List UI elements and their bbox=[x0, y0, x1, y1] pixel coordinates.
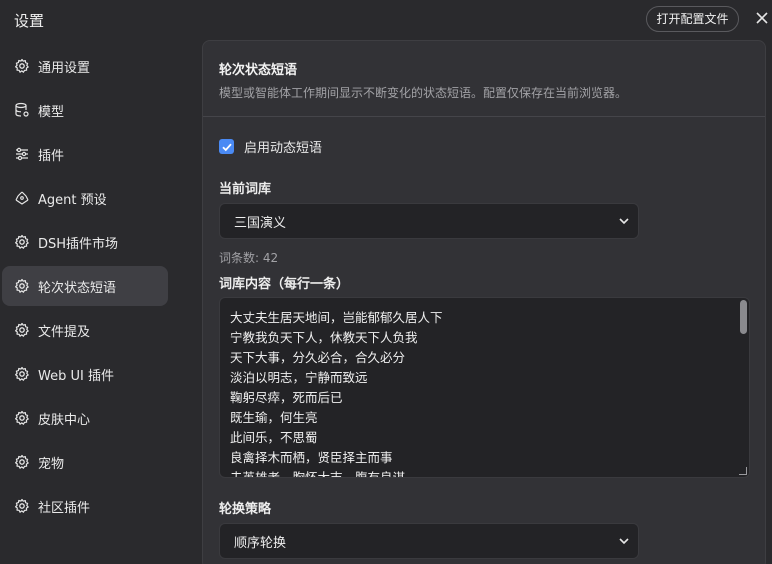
close-icon bbox=[756, 12, 768, 24]
check-icon bbox=[221, 143, 232, 151]
sidebar-item-label: 插件 bbox=[38, 148, 65, 164]
content-line: 天下大事，分久必合，合久必分 bbox=[230, 350, 406, 365]
database-icon bbox=[14, 102, 38, 118]
agent-icon bbox=[14, 190, 38, 206]
panel-header: 轮次状态短语 模型或智能体工作期间显示不断变化的状态短语。配置仅保存在当前浏览器… bbox=[203, 41, 765, 117]
sidebar: 通用设置模型插件 Agent 预设 DSH插件市场 轮次状态短语 文件提及 Web UI … bbox=[0, 46, 170, 530]
sidebar-item-5[interactable]: 轮次状态短语 bbox=[2, 266, 168, 306]
sidebar-item-4[interactable]: DSH插件市场 bbox=[2, 222, 168, 262]
gear-icon bbox=[14, 498, 38, 514]
sidebar-item-10[interactable]: 社区插件 bbox=[2, 486, 168, 526]
gear-icon bbox=[14, 234, 38, 250]
gear-icon bbox=[14, 366, 38, 382]
content-label: 词库内容（每行一条） bbox=[219, 277, 350, 292]
content-line: 大丈夫生居天地间，岂能郁郁久居人下 bbox=[230, 310, 443, 325]
content-lines: 大丈夫生居天地间，岂能郁郁久居人下 宁教我负天下人，休教天下人负我 天下大事，分久必… bbox=[230, 308, 443, 478]
enable-phrases-checkbox[interactable] bbox=[219, 139, 234, 154]
chevron-down-icon bbox=[619, 538, 629, 545]
panel-title: 轮次状态短语 bbox=[219, 63, 298, 78]
sidebar-item-label: 通用设置 bbox=[38, 60, 91, 76]
strategy-label: 轮换策略 bbox=[219, 502, 272, 517]
sidebar-item-1[interactable]: 模型 bbox=[2, 90, 168, 130]
content-line: 淡泊以明志，宁静而致远 bbox=[230, 370, 368, 385]
sidebar-item-label: 皮肤中心 bbox=[38, 412, 91, 428]
resize-handle[interactable] bbox=[739, 467, 747, 475]
sidebar-item-label: 模型 bbox=[38, 104, 65, 120]
gear-icon bbox=[14, 58, 38, 74]
library-select-value: 三国演义 bbox=[234, 215, 287, 231]
content-line: 宁教我负天下人，休教天下人负我 bbox=[230, 330, 418, 345]
content-textarea[interactable]: 大丈夫生居天地间，岂能郁郁久居人下 宁教我负天下人，休教天下人负我 天下大事，分久必… bbox=[219, 297, 750, 478]
sliders-icon bbox=[14, 146, 38, 162]
sidebar-item-label: DSH插件市场 bbox=[38, 236, 119, 252]
sidebar-item-9[interactable]: 宠物 bbox=[2, 442, 168, 482]
sidebar-item-label: 文件提及 bbox=[38, 324, 91, 340]
sidebar-item-6[interactable]: 文件提及 bbox=[2, 310, 168, 350]
enable-phrases-row[interactable]: 启用动态短语 bbox=[219, 137, 322, 156]
sidebar-item-label: 社区插件 bbox=[38, 500, 91, 516]
sidebar-item-2[interactable]: 插件 bbox=[2, 134, 168, 174]
settings-panel: 轮次状态短语 模型或智能体工作期间显示不断变化的状态短语。配置仅保存在当前浏览器… bbox=[202, 40, 766, 564]
gear-icon bbox=[14, 322, 38, 338]
scrollbar-thumb[interactable] bbox=[740, 300, 747, 334]
library-label: 当前词库 bbox=[219, 182, 272, 197]
gear-icon bbox=[14, 410, 38, 426]
close-button[interactable] bbox=[752, 8, 772, 28]
sidebar-item-label: Web UI 插件 bbox=[38, 368, 114, 384]
content-line: 既生瑜，何生亮 bbox=[230, 410, 318, 425]
chevron-down-icon bbox=[619, 218, 629, 225]
content-line: 此间乐，不思蜀 bbox=[230, 430, 318, 445]
strategy-select[interactable]: 顺序轮换 bbox=[219, 523, 639, 559]
sidebar-item-3[interactable]: Agent 预设 bbox=[2, 178, 168, 218]
gear-icon bbox=[14, 278, 38, 294]
entry-count: 词条数: 42 bbox=[219, 251, 279, 265]
library-select[interactable]: 三国演义 bbox=[219, 203, 639, 239]
open-config-button[interactable]: 打开配置文件 bbox=[646, 6, 739, 32]
sidebar-item-label: 轮次状态短语 bbox=[38, 280, 117, 296]
content-line: 夫英雄者，胸怀大志，腹有良谋 bbox=[230, 470, 406, 478]
content-line: 鞠躬尽瘁，死而后已 bbox=[230, 390, 343, 405]
sidebar-item-8[interactable]: 皮肤中心 bbox=[2, 398, 168, 438]
sidebar-item-0[interactable]: 通用设置 bbox=[2, 46, 168, 86]
panel-description: 模型或智能体工作期间显示不断变化的状态短语。配置仅保存在当前浏览器。 bbox=[219, 86, 628, 100]
sidebar-item-label: Agent 预设 bbox=[38, 192, 107, 208]
sidebar-item-label: 宠物 bbox=[38, 456, 65, 472]
sidebar-item-7[interactable]: Web UI 插件 bbox=[2, 354, 168, 394]
strategy-select-value: 顺序轮换 bbox=[234, 535, 287, 551]
enable-phrases-label: 启用动态短语 bbox=[244, 141, 323, 156]
settings-title: 设置 bbox=[14, 12, 45, 30]
gear-icon bbox=[14, 454, 38, 470]
content-line: 良禽择木而栖，贤臣择主而事 bbox=[230, 450, 393, 465]
